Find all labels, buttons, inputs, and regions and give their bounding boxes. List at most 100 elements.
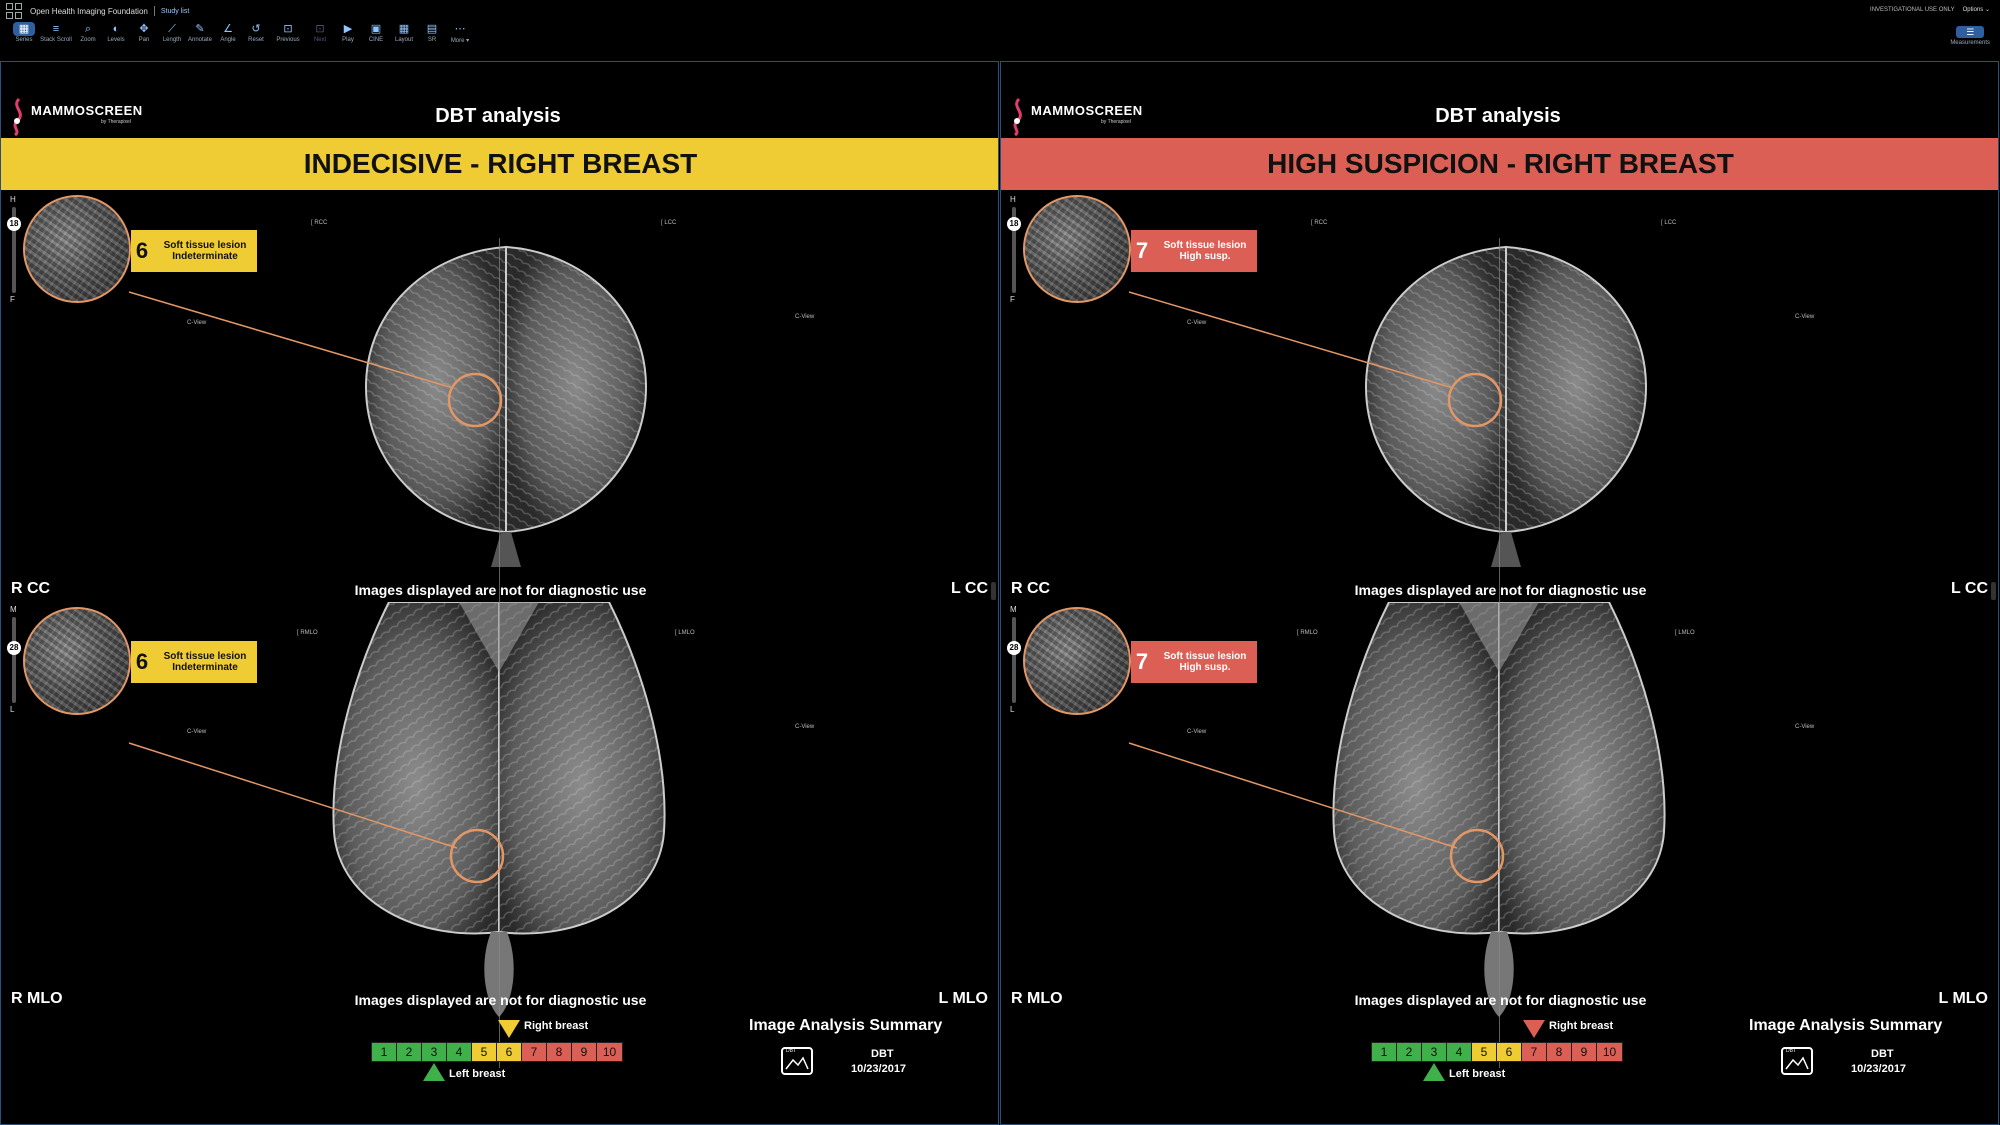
image-summary-icon[interactable]: DBT [1781, 1047, 1813, 1075]
cc-breast-image [364, 245, 648, 567]
slider-top-label: H [10, 195, 16, 204]
viewport-right[interactable]: MAMMOSCREEN by Therapixel DBT analysis H… [1000, 61, 1999, 1125]
lesion-score: 7 [1135, 238, 1149, 263]
cc-image [341, 237, 671, 582]
score-cell: 1 [1372, 1043, 1397, 1061]
cc-scroll-indicator[interactable] [991, 582, 996, 600]
angle-icon: ∠ [223, 23, 233, 35]
tool-reset[interactable]: ↺ Reset [242, 22, 270, 43]
summary-title: Image Analysis Summary [749, 1017, 943, 1034]
options-menu[interactable]: Options ⌄ [1963, 6, 1990, 13]
cc-lesion-score-box[interactable]: 6 Soft tissue lesion Indeterminate [131, 230, 257, 272]
tool-series[interactable]: ▦ Series [10, 22, 38, 43]
cc-image [1341, 237, 1671, 582]
cc-slice-slider[interactable]: H 18 F [7, 195, 21, 305]
tool-pan[interactable]: ✥ Pan [130, 22, 158, 43]
lesion-assessment: Indeterminate [172, 251, 238, 262]
toolbar: ▦ Series ≡ Stack Scroll ⌕ Zoom ◐ Levels ✥ Pan ⟋ Len… [0, 22, 2000, 58]
previous-icon: ⊡ [283, 23, 293, 35]
mlo-lesion-thumbnail[interactable] [23, 607, 131, 715]
lesion-assessment: High susp. [1179, 251, 1231, 262]
score-cell: 2 [1397, 1043, 1422, 1061]
cc-lesion-thumbnail[interactable] [23, 195, 131, 303]
suspicion-banner: INDECISIVE - RIGHT BREAST [1, 138, 998, 190]
score-scale: 1 2 3 4 5 6 7 8 9 10 [1371, 1042, 1623, 1062]
levels-icon: ◐ [112, 23, 120, 35]
cview-marker: C-View [1795, 724, 1815, 730]
more-icon: ⋯ [454, 23, 466, 35]
cc-slice-slider[interactable]: H 18 F [1007, 195, 1021, 305]
cc-lesion-score-box[interactable]: 7 Soft tissue lesion High susp. [1131, 230, 1257, 272]
tool-angle[interactable]: ∠ Angle [214, 22, 242, 43]
tool-label: More ▾ [450, 38, 470, 44]
score-cell: 7 [522, 1043, 547, 1061]
lesion-type: Soft tissue lesion [163, 240, 247, 251]
slider-knob[interactable]: 28 [1007, 641, 1021, 655]
mountain-icon [1785, 1056, 1809, 1070]
play-icon: ▶ [343, 23, 353, 35]
slider-track[interactable] [1012, 617, 1016, 703]
tool-label: Pan [138, 37, 150, 43]
viewport-left[interactable]: MAMMOSCREEN by Therapixel DBT analysis I… [0, 61, 999, 1125]
measurements-label: Measurements [1950, 40, 1990, 46]
rmlo-marker: [ RMLO [1297, 630, 1318, 636]
mlo-slice-slider[interactable]: M 28 L [7, 605, 21, 715]
tool-label: Zoom [80, 37, 96, 43]
slider-knob[interactable]: 28 [7, 641, 21, 655]
header-right: INVESTIGATIONAL USE ONLY Options ⌄ [1870, 6, 1990, 14]
summary-date: 10/23/2017 [1851, 1063, 1907, 1075]
score-cell: 1 [372, 1043, 397, 1061]
slider-bottom-label: L [10, 705, 15, 714]
lesion-type: Soft tissue lesion [1163, 651, 1247, 662]
image-summary-icon[interactable]: DBT [781, 1047, 813, 1075]
layout-icon: ▦ [398, 23, 410, 35]
mlo-lesion-score-box[interactable]: 7 Soft tissue lesion High susp. [1131, 641, 1257, 683]
cview-marker: C-View [187, 729, 207, 735]
cview-marker: C-View [187, 320, 207, 326]
tool-play[interactable]: ▶ Play [334, 22, 362, 43]
mlo-lesion-thumbnail[interactable] [1023, 607, 1131, 715]
slider-knob[interactable]: 18 [7, 217, 21, 231]
tool-next[interactable]: ⊡ Next [306, 22, 334, 43]
tool-label: Length [162, 37, 182, 43]
tool-previous[interactable]: ⊡ Previous [270, 22, 306, 43]
tool-label: Levels [107, 37, 125, 43]
cc-scroll-indicator[interactable] [1991, 582, 1996, 600]
left-breast-marker-icon [423, 1063, 445, 1081]
next-icon: ⊡ [315, 23, 325, 35]
measurements-button[interactable]: ☰ Measurements [1950, 26, 1990, 46]
cview-marker: C-View [795, 724, 815, 730]
slider-top-label: H [1010, 195, 1016, 204]
lesion-description: Soft tissue lesion High susp. [1153, 651, 1257, 673]
app-grid-icon[interactable] [6, 3, 22, 19]
tool-stack-scroll[interactable]: ≡ Stack Scroll [38, 22, 74, 43]
tool-zoom[interactable]: ⌕ Zoom [74, 22, 102, 43]
mlo-disclaimer: Images displayed are not for diagnostic … [354, 992, 647, 1008]
lcc-marker: [ LCC [1661, 220, 1677, 226]
slider-track[interactable] [12, 617, 16, 703]
score-cell: 6 [1497, 1043, 1522, 1061]
app-header: Open Health Imaging Foundation Study lis… [0, 0, 2000, 22]
tool-more[interactable]: ⋯ More ▾ [446, 22, 474, 44]
slider-knob[interactable]: 18 [1007, 217, 1021, 231]
cc-lesion-thumbnail[interactable] [1023, 195, 1131, 303]
tool-label: Stack Scroll [40, 37, 72, 43]
tool-layout[interactable]: ▦ Layout [390, 22, 418, 43]
summary-date: 10/23/2017 [851, 1063, 907, 1075]
measurements-icon: ☰ [1956, 26, 1985, 38]
tool-length[interactable]: ⟋ Length [158, 22, 186, 43]
cview-marker: C-View [1795, 314, 1815, 320]
tool-cine[interactable]: ▣ CINE [362, 22, 390, 43]
mlo-lesion-score-box[interactable]: 6 Soft tissue lesion Indeterminate [131, 641, 257, 683]
study-list-link[interactable]: Study list [161, 8, 189, 15]
reset-icon: ↺ [251, 23, 261, 35]
tool-label: Series [15, 37, 33, 43]
score-cell: 10 [1597, 1043, 1622, 1061]
tool-label: Angle [220, 37, 236, 43]
mlo-slice-slider[interactable]: M 28 L [1007, 605, 1021, 715]
score-cell: 8 [1547, 1043, 1572, 1061]
tool-sr[interactable]: ▤ SR [418, 22, 446, 43]
tool-levels[interactable]: ◐ Levels [102, 22, 130, 43]
tool-annotate[interactable]: ✎ Annotate [186, 22, 214, 43]
sr-icon: ▤ [426, 23, 438, 35]
